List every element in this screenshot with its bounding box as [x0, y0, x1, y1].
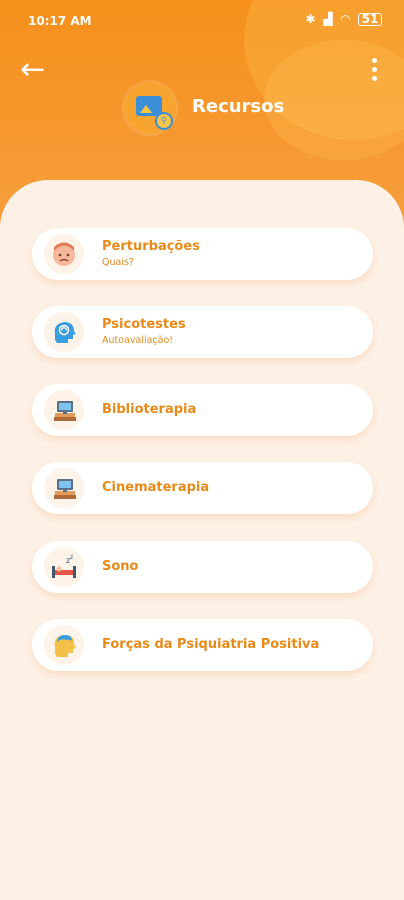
content-card	[0, 180, 404, 900]
back-arrow-icon[interactable]: ←	[20, 55, 52, 85]
mind-strength-icon	[44, 625, 84, 665]
menu-item-label: Sono	[102, 559, 139, 574]
wifi-icon: ◠	[340, 12, 350, 26]
menu-item-label: Perturbações	[102, 239, 200, 254]
resources-logo-icon: ⚲	[124, 82, 176, 134]
menu-item-perturbacoes[interactable]: Perturbações Quais?	[32, 228, 373, 280]
menu-item-label: Cinematerapia	[102, 480, 210, 495]
battery-icon: 51	[358, 12, 382, 26]
status-time: 10:17 AM	[28, 14, 92, 28]
menu-item-sublabel: Quais?	[102, 257, 134, 268]
brain-head-icon	[44, 312, 84, 352]
bluetooth-icon: ✱	[305, 12, 316, 26]
bed-icon: z z	[44, 547, 84, 587]
page-title: Recursos	[192, 96, 285, 117]
books-computer-icon	[44, 390, 84, 430]
person-face-icon	[44, 234, 84, 274]
status-icons: ✱ ▟ ◠ 51	[305, 12, 382, 26]
menu-item-forcas-psiquiatria-positiva[interactable]: Forças da Psiquiatria Positiva	[32, 619, 373, 671]
menu-item-psicotestes[interactable]: Psicotestes Autoavaliação!	[32, 306, 373, 358]
menu-item-label: Forças da Psiquiatria Positiva	[102, 637, 320, 652]
menu-item-cinematerapia[interactable]: Cinematerapia	[32, 462, 373, 514]
header-decoration	[264, 40, 404, 160]
menu-item-sono[interactable]: z z Sono	[32, 541, 373, 593]
svg-text:z: z	[70, 554, 73, 561]
more-options-icon[interactable]	[368, 58, 380, 84]
signal-icon: ▟	[323, 12, 333, 26]
menu-item-label: Biblioterapia	[102, 402, 197, 417]
menu-item-label: Psicotestes	[102, 317, 186, 332]
status-bar: 10:17 AM ✱ ▟ ◠ 51	[0, 0, 404, 44]
menu-item-sublabel: Autoavaliação!	[102, 335, 174, 346]
menu-item-biblioterapia[interactable]: Biblioterapia	[32, 384, 373, 436]
movie-books-icon	[44, 468, 84, 508]
